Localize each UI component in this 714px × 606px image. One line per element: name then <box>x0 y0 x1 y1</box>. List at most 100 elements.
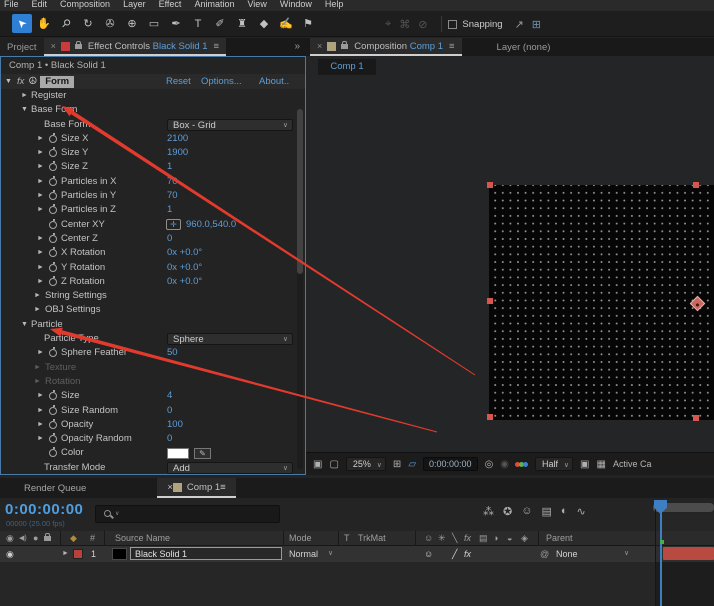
twirl-icon[interactable]: ► <box>37 146 44 160</box>
stopwatch-icon[interactable] <box>49 278 57 286</box>
region-of-interest-icon[interactable]: ▱ <box>408 459 416 470</box>
view-axis-mode-icon[interactable]: ⊘ <box>418 18 427 31</box>
menu-help[interactable]: Help <box>325 0 344 10</box>
lock-icon[interactable] <box>341 44 348 49</box>
index-column-header[interactable]: # <box>90 531 95 546</box>
shy-switch-icon[interactable]: ☺ <box>424 531 433 546</box>
fx-badge[interactable]: fx <box>17 76 24 87</box>
twirl-icon[interactable]: ► <box>37 389 44 403</box>
layer-visibility-icon[interactable]: ◉ <box>6 546 14 562</box>
always-preview-icon[interactable]: ▣ <box>313 459 322 470</box>
stopwatch-icon[interactable] <box>49 235 57 243</box>
layer-row[interactable]: ◉ ► 1 Black Solid 1 Normal ∨ ☺ ╱ fx @ No… <box>0 546 655 562</box>
effect-row-value[interactable]: 2100 <box>167 132 188 146</box>
stopwatch-icon[interactable] <box>49 178 57 186</box>
close-icon[interactable]: × <box>317 41 322 51</box>
layer-parent-dropdown[interactable]: None <box>556 546 578 562</box>
twirl-icon[interactable]: ► <box>37 246 44 260</box>
effect-row-value[interactable]: 50 <box>167 346 178 360</box>
channel-icon[interactable] <box>516 462 528 467</box>
hand-tool[interactable]: ✋ <box>34 14 54 33</box>
effect-row-value[interactable]: 70 <box>167 175 178 189</box>
menu-layer[interactable]: Layer <box>123 0 146 10</box>
layer-duration-bar[interactable] <box>663 547 714 560</box>
twirl-icon[interactable]: ▼ <box>21 103 28 117</box>
menu-view[interactable]: View <box>247 0 266 10</box>
stopwatch-icon[interactable] <box>49 349 57 357</box>
layer-handle-top-left[interactable] <box>487 182 493 188</box>
pan-behind-tool[interactable]: ⊕ <box>122 14 142 33</box>
pen-tool[interactable]: ✒ <box>166 14 186 33</box>
effect-row-value[interactable]: 0 <box>167 432 172 446</box>
stopwatch-icon[interactable] <box>49 163 57 171</box>
twirl-icon[interactable]: ► <box>37 418 44 432</box>
menu-composition[interactable]: Composition <box>60 0 110 10</box>
color-swatch[interactable] <box>167 448 189 459</box>
twirl-icon[interactable]: ► <box>34 375 41 389</box>
effect-row-value[interactable]: 960.0,540.0 <box>186 218 236 232</box>
scrollbar[interactable] <box>297 109 303 469</box>
lock-icon[interactable] <box>75 44 82 49</box>
audio-column-icon[interactable]: ◀) <box>19 531 27 546</box>
layer-handle-bottom-left[interactable] <box>487 414 493 420</box>
composition-viewer[interactable] <box>306 76 714 452</box>
chevron-down-icon[interactable]: ∨ <box>624 546 629 562</box>
frame-blend-switch-icon[interactable]: ▤ <box>479 531 488 546</box>
layer-handle-top-center[interactable] <box>693 182 699 188</box>
stopwatch-icon[interactable] <box>49 435 57 443</box>
motion-blur-switch-icon[interactable]: ◑ <box>493 531 498 546</box>
layer-fx-toggle[interactable]: fx <box>464 546 471 562</box>
puppet-pin-tool[interactable]: ⚑ <box>298 14 318 33</box>
lock-column-icon[interactable] <box>44 536 51 541</box>
effect-row-value[interactable]: 0 <box>167 404 172 418</box>
stopwatch-icon[interactable] <box>49 135 57 143</box>
3d-switch-icon[interactable]: ◈ <box>521 531 528 546</box>
tab-overflow-chevron[interactable]: » <box>294 41 300 52</box>
effect-row-value[interactable]: 0x +0.0° <box>167 261 202 275</box>
collapse-switch-icon[interactable]: ✳ <box>438 531 446 546</box>
twirl-icon[interactable]: ► <box>21 89 28 103</box>
solo-column-icon[interactable]: ● <box>33 531 38 546</box>
video-column-icon[interactable]: ◉ <box>6 531 14 546</box>
effect-row-value[interactable]: 0x +0.0° <box>167 275 202 289</box>
effect-row-value[interactable]: 70 <box>167 189 178 203</box>
transparency-grid-icon[interactable]: ▦ <box>597 459 606 470</box>
twirl-icon[interactable]: ► <box>37 232 44 246</box>
twirl-icon[interactable]: ► <box>37 432 44 446</box>
brush-tool[interactable]: ✐ <box>210 14 230 33</box>
snapping-checkbox[interactable] <box>448 20 457 29</box>
options-button[interactable]: Options... <box>201 76 242 87</box>
effect-twirl-icon[interactable]: ▼ <box>5 78 12 85</box>
magnification-dropdown[interactable]: 25% ∨ <box>346 457 386 471</box>
layer-quality-toggle[interactable]: ╱ <box>452 546 457 562</box>
frame-blending-icon[interactable]: ▤ <box>541 505 551 518</box>
stopwatch-icon[interactable] <box>49 264 57 272</box>
local-axis-mode-icon[interactable]: ⌖ <box>385 18 391 31</box>
active-camera-dropdown[interactable]: Active Ca <box>613 459 652 469</box>
menu-file[interactable]: File <box>4 0 19 10</box>
tab-effect-controls[interactable]: × Effect Controls Black Solid 1 ≡ <box>44 38 227 56</box>
mode-column-header[interactable]: Mode <box>289 531 312 546</box>
comp-canvas-particle-grid[interactable] <box>489 185 714 420</box>
effect-name[interactable]: Form <box>40 76 74 88</box>
panel-menu-icon[interactable]: ≡ <box>214 41 220 52</box>
effect-row-value[interactable]: 1900 <box>167 146 188 160</box>
panel-menu-icon[interactable]: ≡ <box>449 41 455 52</box>
twirl-icon[interactable]: ► <box>37 404 44 418</box>
about-button[interactable]: About.. <box>259 76 289 87</box>
tab-layer[interactable]: Layer (none) <box>490 38 558 56</box>
tab-project[interactable]: Project <box>0 38 44 56</box>
zoom-tool[interactable]: ⚲ <box>56 14 76 33</box>
effect-row-value[interactable]: 4 <box>167 389 172 403</box>
stopwatch-icon[interactable] <box>49 221 57 229</box>
reset-button[interactable]: Reset <box>166 76 191 87</box>
twirl-icon[interactable]: ► <box>37 132 44 146</box>
chevron-down-icon[interactable]: ∨ <box>328 546 333 562</box>
graph-editor-icon[interactable]: ∿ <box>577 505 586 518</box>
snapshot-icon[interactable]: ◎ <box>485 459 494 470</box>
stopwatch-icon[interactable] <box>49 407 57 415</box>
resolution-dropdown[interactable]: Half ∨ <box>535 457 573 471</box>
eraser-tool[interactable]: ◆ <box>254 14 274 33</box>
adjustment-switch-icon[interactable]: ◒ <box>507 531 512 546</box>
twirl-icon[interactable]: ▼ <box>21 318 28 332</box>
